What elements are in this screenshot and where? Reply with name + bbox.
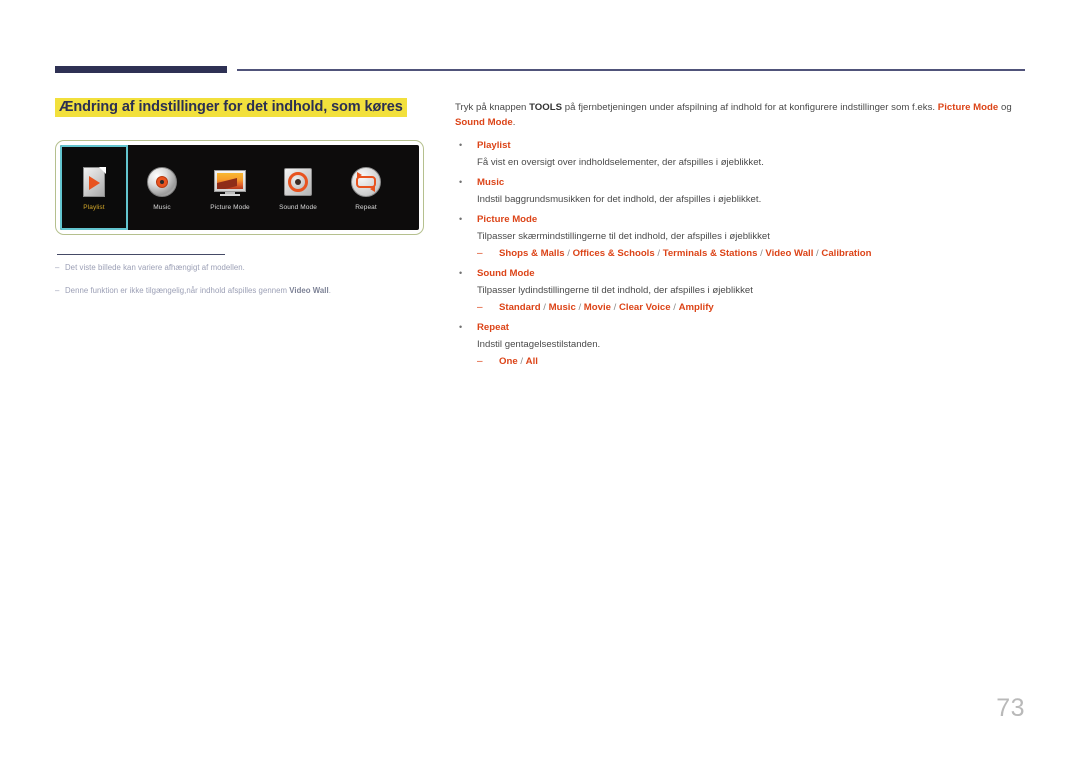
setting-name: Repeat (477, 322, 509, 333)
tile-label-playlist: Playlist (83, 203, 105, 211)
setting-name: Picture Mode (477, 214, 538, 225)
tile-repeat[interactable]: Repeat (332, 145, 400, 230)
setting-description: Tilpasser lydindstillingerne til det ind… (477, 285, 753, 296)
header-rule-thin (237, 69, 1025, 71)
manual-page: Ændring af indstillinger for det indhold… (0, 0, 1080, 763)
sound-mode-speaker-icon (281, 165, 315, 199)
bullet-dot: • (459, 140, 463, 150)
setting-description: Tilpasser skærmindstillingerne til det i… (477, 231, 770, 242)
footnote-item: – Det viste billede kan variere afhængig… (55, 262, 430, 274)
device-tools-bar: Playlist Music Picture Mode Sound Mode R… (60, 145, 419, 230)
footnote-text: Det viste billede kan variere afhængigt … (65, 263, 245, 272)
footnote-dash: – (55, 286, 60, 295)
tile-sound-mode[interactable]: Sound Mode (264, 145, 332, 230)
tile-label-music: Music (153, 203, 171, 211)
page-title-wrap: Ændring af indstillinger for det indhold… (55, 96, 430, 118)
setting-options-row: – Standard / Music / Movie / Clear Voice… (477, 299, 1027, 316)
playlist-document-play-icon (77, 165, 111, 199)
picture-mode-keyword: Picture Mode (937, 102, 999, 113)
bullet-dot: • (459, 268, 463, 278)
picture-mode-tv-icon (213, 165, 247, 199)
sound-mode-keyword: Sound Mode (455, 117, 513, 128)
settings-list: • Playlist Få vist en oversigt over indh… (455, 137, 1027, 370)
tile-playlist[interactable]: Playlist (60, 145, 128, 230)
setting-name: Sound Mode (477, 268, 535, 279)
page-number: 73 (996, 694, 1025, 722)
option-dash: – (477, 356, 483, 367)
tile-label-picture-mode: Picture Mode (210, 203, 250, 211)
setting-options: One / All (499, 356, 538, 367)
left-column: Ændring af indstillinger for det indhold… (55, 96, 430, 118)
bullet-dot: • (459, 214, 463, 224)
music-cd-disc-icon (145, 165, 179, 199)
setting-head-row: • Repeat (455, 319, 1027, 336)
intro-paragraph: Tryk på knappen TOOLS på fjernbetjeninge… (455, 102, 1012, 128)
setting-block-sound-mode: • Sound Mode Tilpasser lydindstillingern… (455, 265, 1027, 316)
bullet-dot: • (459, 177, 463, 187)
footnote-dash: – (55, 263, 60, 272)
setting-block-music: • Music Indstil baggrundsmusikken for de… (455, 174, 1027, 208)
setting-head-row: • Music (455, 174, 1027, 191)
footnote-text: Denne funktion er ikke tilgængelig,når i… (65, 286, 331, 295)
footnote-list: – Det viste billede kan variere afhængig… (55, 262, 430, 308)
tile-picture-mode[interactable]: Picture Mode (196, 145, 264, 230)
repeat-loop-arrows-icon (349, 165, 383, 199)
option-dash: – (477, 248, 483, 259)
footnote-separator (57, 254, 225, 255)
footnote-item: – Denne funktion er ikke tilgængelig,når… (55, 285, 430, 297)
tile-label-repeat: Repeat (355, 203, 377, 211)
tools-keyword: TOOLS (529, 102, 563, 113)
setting-name: Playlist (477, 140, 511, 151)
page-title: Ændring af indstillinger for det indhold… (55, 98, 407, 117)
setting-options-row: – One / All (477, 353, 1027, 370)
header-rule-thick (55, 66, 227, 73)
setting-options: Standard / Music / Movie / Clear Voice /… (499, 302, 714, 313)
setting-description: Få vist en oversigt over indholdselement… (477, 157, 764, 168)
setting-name: Music (477, 177, 505, 188)
setting-head-row: • Sound Mode (455, 265, 1027, 282)
tile-label-sound-mode: Sound Mode (279, 203, 317, 211)
setting-description: Indstil baggrundsmusikken for det indhol… (477, 194, 762, 205)
setting-block-playlist: • Playlist Få vist en oversigt over indh… (455, 137, 1027, 171)
setting-head-row: • Playlist (455, 137, 1027, 154)
option-dash: – (477, 302, 483, 313)
setting-options-row: – Shops & Malls / Offices & Schools / Te… (477, 245, 1027, 262)
setting-block-picture-mode: • Picture Mode Tilpasser skærmindstillin… (455, 211, 1027, 262)
setting-block-repeat: • Repeat Indstil gentagelsestilstanden. … (455, 319, 1027, 370)
setting-head-row: • Picture Mode (455, 211, 1027, 228)
setting-options: Shops & Malls / Offices & Schools / Term… (499, 248, 872, 259)
setting-description: Indstil gentagelsestilstanden. (477, 339, 601, 350)
tile-music[interactable]: Music (128, 145, 196, 230)
bullet-dot: • (459, 322, 463, 332)
device-screenshot-frame: Playlist Music Picture Mode Sound Mode R… (55, 140, 424, 235)
right-column: Tryk på knappen TOOLS på fjernbetjeninge… (455, 100, 1027, 373)
